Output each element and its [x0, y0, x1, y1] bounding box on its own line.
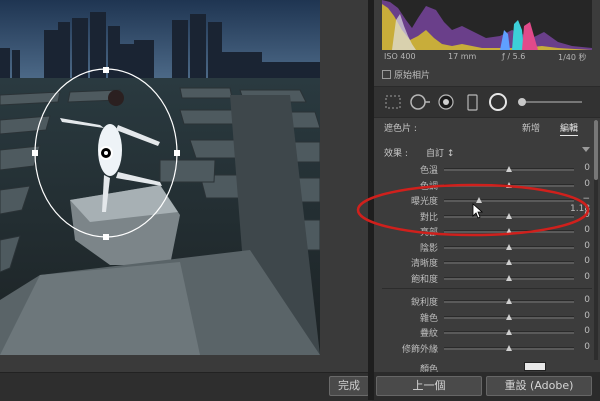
color-swatch[interactable] — [524, 362, 546, 371]
slider-knob[interactable] — [506, 228, 512, 234]
slider-knob[interactable] — [506, 181, 512, 188]
slider-value[interactable]: 0 — [570, 179, 590, 189]
slider-value[interactable]: 0 — [570, 272, 590, 282]
lightroom-window: 完成 ISO 400 17 mm ƒ / 5.6 1/40 秒 原始相片 遮色片… — [0, 0, 600, 401]
slider-row: 雜色 0 — [374, 311, 592, 324]
bottom-toolbar-left — [0, 372, 372, 401]
slider-row: 陰影 0 — [374, 241, 592, 254]
slider-knob[interactable] — [506, 329, 512, 335]
exif-info: ISO 400 17 mm ƒ / 5.6 1/40 秒 — [382, 50, 592, 64]
slider-knob[interactable] — [506, 274, 512, 281]
crop-tool-icon — [385, 95, 401, 109]
slider-label: 飽和度 — [410, 274, 438, 285]
slider-label: 亮部 — [419, 228, 438, 238]
section-divider — [382, 288, 592, 289]
slider-label: 陰影 — [419, 243, 438, 254]
slider-value[interactable]: 0 — [570, 163, 590, 173]
slider-track[interactable] — [444, 181, 574, 188]
slider-knob[interactable] — [506, 166, 512, 172]
exif-iso: ISO 400 — [384, 52, 416, 61]
collapse-triangle-icon[interactable] — [582, 147, 590, 152]
slider-value[interactable]: 0 — [570, 241, 590, 251]
slider-value[interactable]: 0 — [570, 225, 590, 235]
slider-knob[interactable] — [506, 259, 512, 265]
photo-canvas[interactable] — [0, 0, 368, 372]
slider-row: 色調 0 — [374, 179, 592, 192]
previous-button[interactable]: 上一個 — [376, 376, 482, 396]
slider-label: 對比 — [419, 212, 438, 223]
slider-row: 疊紋 0 — [374, 326, 592, 339]
effect-row: 效果 : 自訂 ↕ — [384, 146, 592, 160]
graduated-filter-icon — [467, 94, 478, 111]
slider-label: 雜色 — [419, 313, 438, 324]
checkbox-icon[interactable] — [382, 70, 391, 79]
mask-label: 遮色片 : — [384, 124, 417, 134]
slider-value[interactable]: 0 — [570, 256, 590, 266]
slider-label: 清晰度 — [410, 259, 438, 269]
slider-label: 色調 — [419, 181, 438, 192]
slider-knob[interactable] — [506, 212, 512, 219]
red-eye-icon — [438, 94, 454, 110]
exif-aperture: ƒ / 5.6 — [502, 52, 526, 61]
radial-filter-icon — [489, 93, 507, 111]
slider-label: 銳利度 — [410, 298, 438, 308]
mask-new-button[interactable]: 新增 — [522, 121, 540, 134]
original-photo-label: 原始相片 — [394, 71, 431, 81]
slider-track[interactable] — [444, 166, 574, 172]
slider-value[interactable]: 0 — [570, 342, 590, 352]
slider-row: 清晰度 0 — [374, 256, 592, 269]
spot-removal-icon — [410, 94, 430, 110]
slider-row: 亮部 0 — [374, 225, 592, 238]
mask-row: 遮色片 : 新增 編輯 — [384, 121, 592, 136]
slider-knob[interactable] — [506, 298, 512, 304]
slider-row: 飽和度 0 — [374, 272, 592, 285]
exif-focal-length: 17 mm — [448, 52, 477, 61]
slider-track[interactable] — [444, 329, 574, 335]
done-button[interactable]: 完成 — [329, 376, 369, 396]
slider-value[interactable]: 0 — [570, 210, 590, 220]
slider-row: 修飾外緣 0 — [374, 342, 592, 355]
effect-preset-dropdown[interactable]: 自訂 ↕ — [426, 146, 454, 159]
slider-value[interactable]: 0 — [570, 326, 590, 336]
reset-button[interactable]: 重設 (Adobe) — [486, 376, 592, 396]
histogram — [382, 0, 592, 50]
slider-row: 色溫 0 — [374, 163, 592, 176]
slider-knob[interactable] — [506, 243, 512, 250]
photo-preview[interactable] — [0, 0, 320, 355]
mask-edit-button[interactable]: 編輯 — [560, 121, 579, 136]
slider-knob[interactable] — [506, 344, 512, 351]
exif-shutter: 1/40 秒 — [558, 53, 587, 62]
adjustment-brush-icon — [518, 98, 582, 106]
slider-track[interactable] — [444, 228, 574, 234]
slider-track[interactable] — [444, 259, 574, 265]
slider-label: 疊紋 — [419, 329, 438, 339]
slider-label: 色溫 — [419, 166, 438, 176]
develop-panel: ISO 400 17 mm ƒ / 5.6 1/40 秒 原始相片 遮色片: … — [374, 0, 600, 400]
slider-track[interactable] — [444, 212, 574, 219]
slider-label: 曝光度 — [410, 197, 438, 207]
slider-knob[interactable] — [506, 313, 512, 320]
slider-track[interactable] — [444, 197, 574, 203]
slider-track[interactable] — [444, 243, 574, 250]
original-photo-toggle[interactable]: 原始相片 — [382, 68, 430, 81]
tool-strip — [374, 86, 600, 118]
slider-track[interactable] — [444, 344, 574, 351]
effect-label: 效果 : — [384, 149, 408, 159]
slider-track[interactable] — [444, 298, 574, 304]
slider-track[interactable] — [444, 313, 574, 320]
slider-value[interactable]: 0 — [570, 311, 590, 321]
panel-scrollbar-thumb[interactable] — [594, 120, 598, 180]
slider-value[interactable]: 0 — [570, 295, 590, 305]
slider-track[interactable] — [444, 274, 574, 281]
slider-label: 修飾外緣 — [401, 344, 438, 355]
mouse-cursor-icon — [472, 203, 484, 219]
slider-row: 銳利度 0 — [374, 295, 592, 308]
